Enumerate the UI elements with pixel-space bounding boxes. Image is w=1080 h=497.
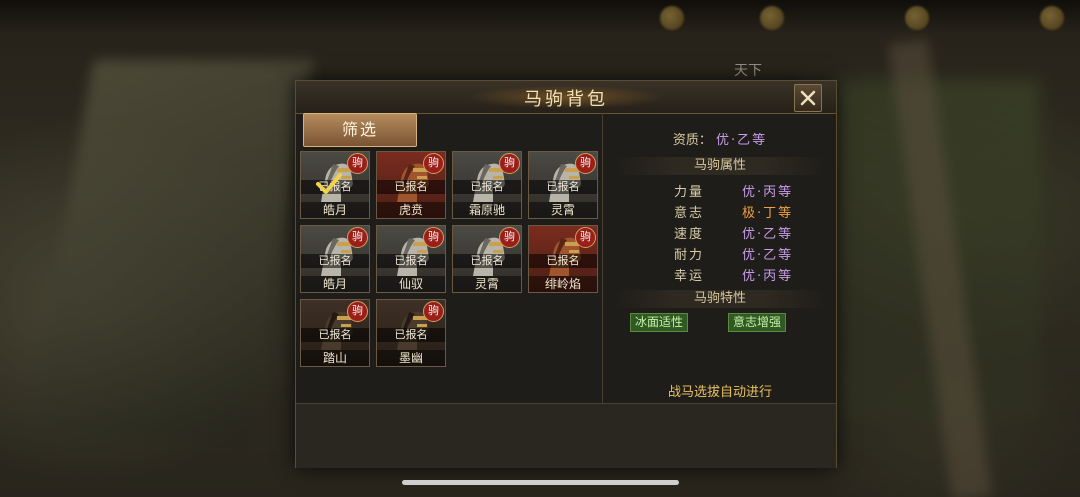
horse-badge: 驹 xyxy=(575,153,596,174)
horse-card[interactable]: 驹已报名 皓月 xyxy=(300,151,370,219)
horse-name: 灵霄 xyxy=(453,276,521,292)
horse-badge: 驹 xyxy=(347,301,368,322)
registered-label: 已报名 xyxy=(377,254,445,268)
attribute-row: 幸运 优·丙等 xyxy=(606,265,834,285)
horse-badge: 驹 xyxy=(423,227,444,248)
horse-card[interactable]: 驹已报名仙驭 xyxy=(376,225,446,293)
attributes-title: 马驹属性 xyxy=(614,157,826,175)
attribute-value: 优·丙等 xyxy=(742,185,794,200)
selected-check-icon xyxy=(316,173,342,194)
attribute-key: 幸运 xyxy=(673,269,704,284)
horse-badge: 驹 xyxy=(499,227,520,248)
attribute-value: 极·丁等 xyxy=(742,206,794,221)
attribute-value: 优·乙等 xyxy=(742,227,794,242)
home-indicator xyxy=(402,480,679,485)
attribute-key: 耐力 xyxy=(673,248,704,263)
registered-label: 已报名 xyxy=(377,328,445,342)
horse-card[interactable]: 驹已报名虎贲 xyxy=(376,151,446,219)
horse-name: 霜原驰 xyxy=(453,202,521,218)
horse-badge: 驹 xyxy=(423,153,444,174)
horse-name: 仙驭 xyxy=(377,276,445,292)
attribute-key: 力量 xyxy=(673,185,704,200)
horse-name: 绯岭焰 xyxy=(529,276,597,292)
panel-divider xyxy=(602,113,603,403)
trait-badge[interactable]: 意志增强 xyxy=(728,313,787,332)
horse-card[interactable]: 驹已报名绯岭焰 xyxy=(528,225,598,293)
horse-card[interactable]: 驹已报名霜原驰 xyxy=(452,151,522,219)
close-button[interactable] xyxy=(794,84,822,112)
attribute-row: 速度 优·乙等 xyxy=(606,223,834,243)
horse-badge: 驹 xyxy=(499,153,520,174)
attribute-value: 优·乙等 xyxy=(742,248,794,263)
trait-badge[interactable]: 冰面适性 xyxy=(630,313,689,332)
dialog-title-bar: 马驹背包 xyxy=(296,81,836,114)
horse-badge: 驹 xyxy=(347,153,368,174)
auto-selection-note: 战马选拔自动进行 xyxy=(667,385,772,400)
registered-label: 已报名 xyxy=(377,180,445,194)
horse-name: 灵霄 xyxy=(529,202,597,218)
horse-info-panel: 资质： 优·乙等 马驹属性 力量 优·丙等 意志 极·丁等 速度 优·乙等 耐力 优·乙等 幸运… xyxy=(606,113,834,403)
horse-name: 踏山 xyxy=(301,350,369,366)
attribute-row: 力量 优·丙等 xyxy=(606,181,834,201)
registered-label: 已报名 xyxy=(453,180,521,194)
dialog-title: 马驹背包 xyxy=(524,89,608,110)
quality-value: 优·乙等 xyxy=(716,133,768,148)
registered-label: 已报名 xyxy=(529,254,597,268)
traits-title: 马驹特性 xyxy=(614,290,826,308)
attribute-key: 速度 xyxy=(673,227,704,242)
horse-card[interactable]: 驹已报名灵霄 xyxy=(452,225,522,293)
horse-card[interactable]: 驹已报名灵霄 xyxy=(528,151,598,219)
horse-badge: 驹 xyxy=(575,227,596,248)
attribute-row: 意志 极·丁等 xyxy=(606,202,834,222)
horse-badge: 驹 xyxy=(423,301,444,322)
close-icon xyxy=(800,90,816,106)
horse-name: 皓月 xyxy=(301,276,369,292)
horse-bag-dialog: 马驹背包 筛选 驹已报名 皓月驹已报名 虎贲驹已报名 霜原驰驹已报名 灵霄驹已报名 皓月驹… xyxy=(295,80,837,468)
quality-label: 资质： xyxy=(672,133,712,148)
registered-label: 已报名 xyxy=(301,328,369,342)
dialog-footer xyxy=(296,403,836,468)
horse-name: 虎贲 xyxy=(377,202,445,218)
horse-name: 墨幽 xyxy=(377,350,445,366)
filter-button[interactable]: 筛选 xyxy=(303,113,417,147)
quality-line: 资质： 优·乙等 xyxy=(606,129,834,148)
horse-grid: 驹已报名 皓月驹已报名 虎贲驹已报名 霜原驰驹已报名 灵霄驹已报名 皓月驹已报名 仙驭驹已报… xyxy=(296,151,602,403)
registered-label: 已报名 xyxy=(529,180,597,194)
horse-name: 皓月 xyxy=(301,202,369,218)
horse-card[interactable]: 驹已报名墨幽 xyxy=(376,299,446,367)
attribute-key: 意志 xyxy=(673,206,704,221)
registered-label: 已报名 xyxy=(301,254,369,268)
horse-card[interactable]: 驹已报名踏山 xyxy=(300,299,370,367)
horse-card[interactable]: 驹已报名皓月 xyxy=(300,225,370,293)
attribute-row: 耐力 优·乙等 xyxy=(606,244,834,264)
horse-badge: 驹 xyxy=(347,227,368,248)
registered-label: 已报名 xyxy=(453,254,521,268)
attribute-value: 优·丙等 xyxy=(742,269,794,284)
